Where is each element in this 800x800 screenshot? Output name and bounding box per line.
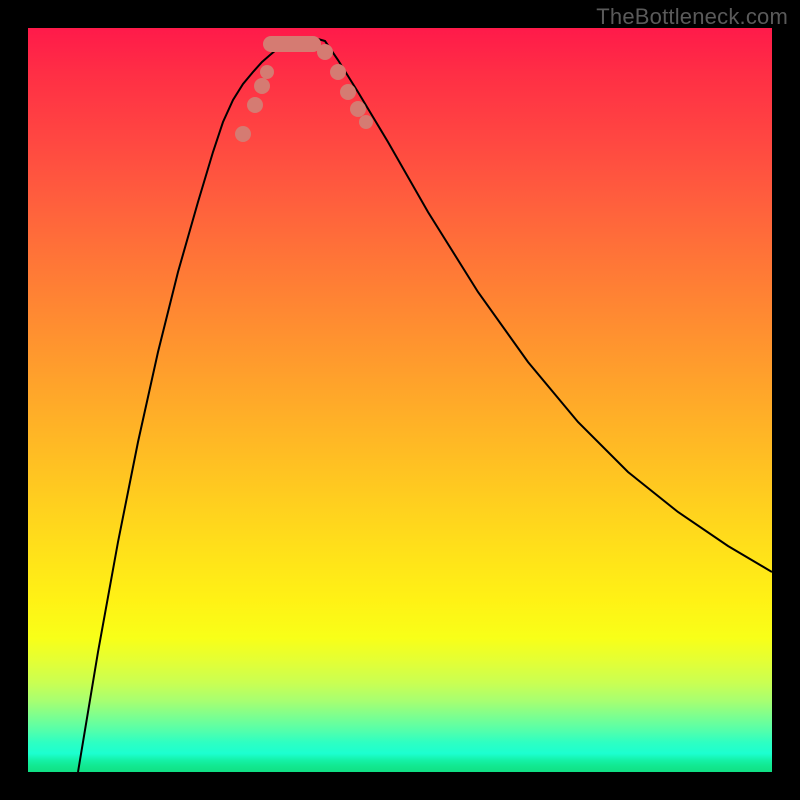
curve-marker-dot	[359, 115, 373, 129]
curve-layer	[28, 28, 772, 772]
chart-frame: TheBottleneck.com	[0, 0, 800, 800]
curve-marker-dot	[330, 64, 346, 80]
curve-marker-dot	[340, 84, 356, 100]
curve-marker-dot	[317, 44, 333, 60]
curve-marker-dot	[260, 65, 274, 79]
curve-markers	[235, 36, 373, 142]
curve-marker-dot	[235, 126, 251, 142]
plot-area	[28, 28, 772, 772]
watermark-text: TheBottleneck.com	[596, 4, 788, 30]
bottleneck-curve-path	[78, 38, 772, 772]
curve-marker-pill	[263, 36, 321, 52]
bottleneck-curve	[78, 38, 772, 772]
curve-marker-dot	[254, 78, 270, 94]
curve-marker-dot	[247, 97, 263, 113]
curve-marker-dot	[350, 101, 366, 117]
